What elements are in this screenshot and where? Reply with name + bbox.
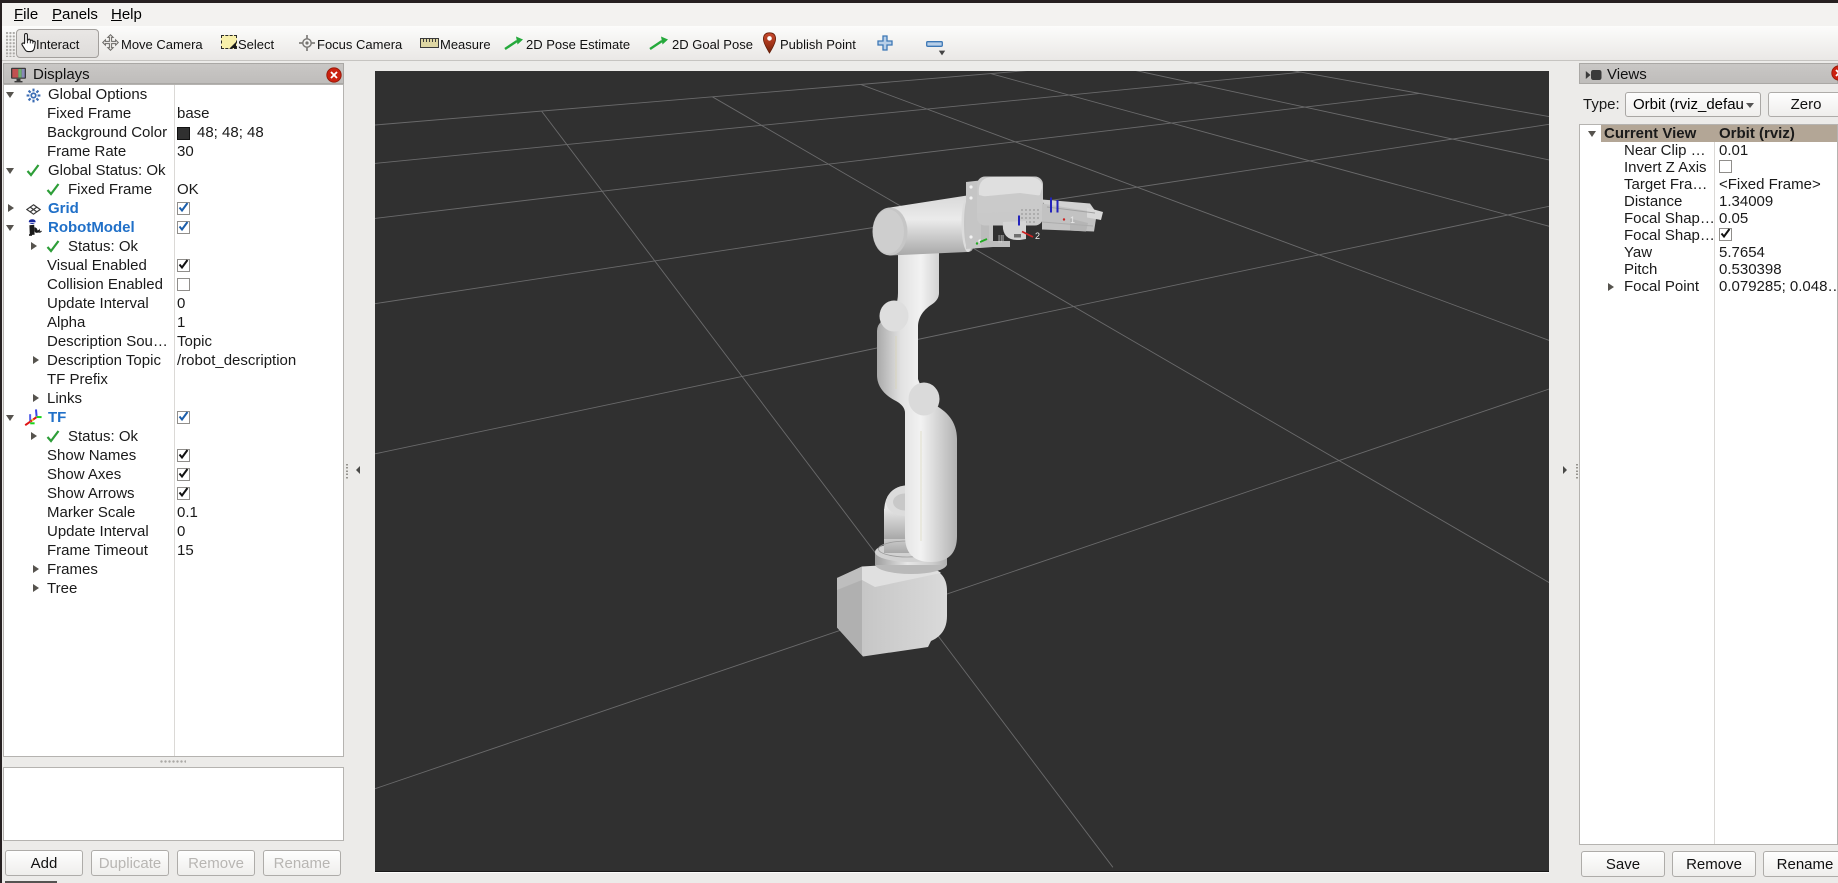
- svg-text:1: 1: [1070, 215, 1075, 225]
- svg-text:||l: ||l: [998, 234, 1004, 243]
- svg-text:2: 2: [1035, 231, 1040, 241]
